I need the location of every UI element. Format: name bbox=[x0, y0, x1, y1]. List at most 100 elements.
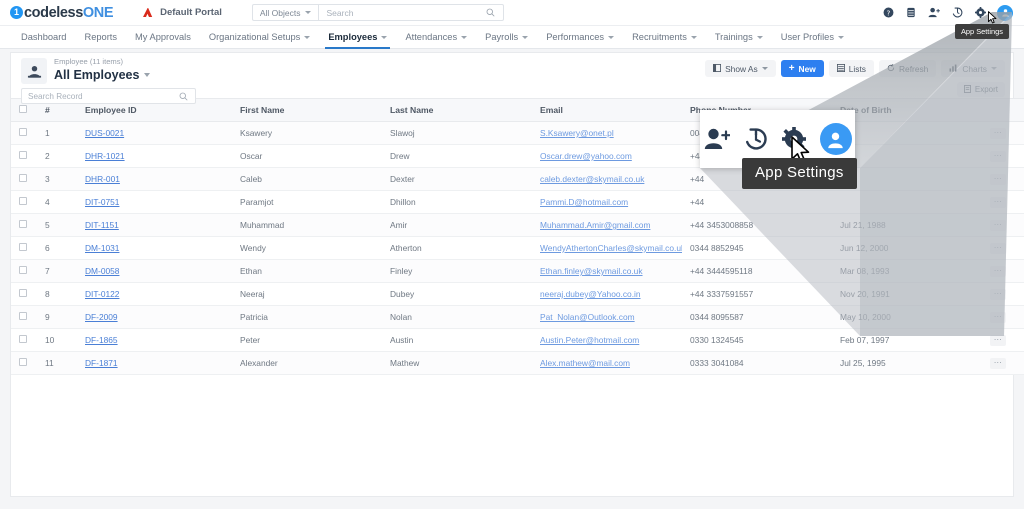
search-icon[interactable] bbox=[479, 8, 503, 17]
nav-item-dashboard[interactable]: Dashboard bbox=[12, 26, 75, 49]
new-button[interactable]: + New bbox=[780, 60, 824, 77]
row-checkbox[interactable] bbox=[19, 243, 27, 251]
row-checkbox[interactable] bbox=[19, 151, 27, 159]
row-checkbox[interactable] bbox=[19, 220, 27, 228]
email-link[interactable]: neeraj.dubey@Yahoo.co.in bbox=[540, 289, 641, 299]
nav-item-my-approvals[interactable]: My Approvals bbox=[126, 26, 200, 49]
email-link[interactable]: WendyAthertonCharles@skymail.co.uk bbox=[540, 243, 682, 253]
employee-id-link[interactable]: DIT-0751 bbox=[85, 197, 119, 207]
table-row[interactable]: 6 DM-1031 Wendy Atherton WendyAthertonCharle… bbox=[11, 236, 1024, 260]
email-link[interactable]: Oscar.drew@yahoo.com bbox=[540, 151, 632, 161]
lists-button[interactable]: Lists bbox=[828, 60, 874, 77]
avatar[interactable] bbox=[997, 4, 1013, 21]
email-link[interactable]: Alex.mathew@mail.com bbox=[540, 358, 630, 368]
help-icon[interactable]: ? bbox=[882, 7, 894, 19]
row-checkbox[interactable] bbox=[19, 197, 27, 205]
charts-button[interactable]: Charts bbox=[941, 60, 1005, 77]
list-toolbar: Show As + New Lists Refresh Charts bbox=[705, 60, 1005, 77]
search-input[interactable] bbox=[318, 5, 479, 20]
employee-id-link[interactable]: DM-1031 bbox=[85, 243, 119, 253]
table-row[interactable]: 8 DIT-0122 Neeraj Dubey neeraj.dubey@Yahoo.c… bbox=[11, 282, 1024, 306]
row-menu-button[interactable]: ⋯ bbox=[990, 289, 1006, 300]
row-checkbox[interactable] bbox=[19, 128, 27, 136]
row-menu-button[interactable]: ⋯ bbox=[990, 335, 1006, 346]
row-menu-button[interactable]: ⋯ bbox=[990, 266, 1006, 277]
nav-item-recruitments[interactable]: Recruitments bbox=[623, 26, 706, 49]
cell-row-number: 8 bbox=[37, 282, 77, 306]
employee-id-link[interactable]: DIT-1151 bbox=[85, 220, 119, 230]
gear-icon[interactable] bbox=[974, 7, 986, 19]
view-selector[interactable]: All Employees bbox=[54, 68, 151, 82]
select-all-checkbox[interactable] bbox=[19, 105, 27, 113]
row-checkbox[interactable] bbox=[19, 266, 27, 274]
nav-item-performances[interactable]: Performances bbox=[537, 26, 623, 49]
chevron-down-icon bbox=[461, 35, 468, 39]
nav-item-organizational-setups[interactable]: Organizational Setups bbox=[200, 26, 319, 49]
email-link[interactable]: Pat_Nolan@Outlook.com bbox=[540, 312, 635, 322]
table-row[interactable]: 4 DIT-0751 Paramjot Dhillon Pammi.D@hotmail.… bbox=[11, 190, 1024, 214]
col-email[interactable]: Email bbox=[532, 98, 682, 122]
row-checkbox[interactable] bbox=[19, 289, 27, 297]
row-checkbox[interactable] bbox=[19, 335, 27, 343]
employee-id-link[interactable]: DHR-1021 bbox=[85, 151, 125, 161]
table-row[interactable]: 10 DF-1865 Peter Austin Austin.Peter@hotmail… bbox=[11, 328, 1024, 352]
nav-item-user-profiles[interactable]: User Profiles bbox=[772, 26, 853, 49]
employee-id-link[interactable]: DF-1871 bbox=[85, 358, 118, 368]
email-link[interactable]: Pammi.D@hotmail.com bbox=[540, 197, 628, 207]
export-button[interactable]: Export bbox=[956, 82, 1005, 97]
add-user-icon[interactable] bbox=[928, 7, 940, 19]
nav-label: Payrolls bbox=[485, 32, 519, 42]
table-row[interactable]: 7 DM-0058 Ethan Finley Ethan.finley@skymail.… bbox=[11, 259, 1024, 283]
table-row[interactable]: 11 DF-1871 Alexander Mathew Alex.mathew@mail… bbox=[11, 351, 1024, 375]
row-menu-button[interactable]: ⋯ bbox=[990, 174, 1006, 185]
email-link[interactable]: S.Ksawery@onet.pl bbox=[540, 128, 614, 138]
employee-id-link[interactable]: DF-1865 bbox=[85, 335, 118, 345]
row-menu-button[interactable]: ⋯ bbox=[990, 128, 1006, 139]
portal-selector[interactable]: Default Portal bbox=[143, 7, 222, 18]
nav-item-reports[interactable]: Reports bbox=[75, 26, 126, 49]
employee-id-link[interactable]: DM-0058 bbox=[85, 266, 119, 276]
email-link[interactable]: caleb.dexter@skymail.co.uk bbox=[540, 174, 644, 184]
app-logo[interactable]: 1 codelessONE bbox=[10, 5, 114, 21]
email-link[interactable]: Ethan.finley@skymail.co.uk bbox=[540, 266, 643, 276]
nav-item-trainings[interactable]: Trainings bbox=[706, 26, 772, 49]
row-checkbox[interactable] bbox=[19, 312, 27, 320]
nav-item-attendances[interactable]: Attendances bbox=[396, 26, 476, 49]
email-link[interactable]: Austin.Peter@hotmail.com bbox=[540, 335, 639, 345]
employee-id-link[interactable]: DUS-0021 bbox=[85, 128, 124, 138]
nav-item-payrolls[interactable]: Payrolls bbox=[476, 26, 537, 49]
row-menu-button[interactable]: ⋯ bbox=[990, 220, 1006, 231]
row-menu-button[interactable]: ⋯ bbox=[990, 312, 1006, 323]
row-menu-button[interactable]: ⋯ bbox=[990, 358, 1006, 369]
row-select-cell bbox=[11, 121, 37, 145]
row-menu-button[interactable]: ⋯ bbox=[990, 197, 1006, 208]
avatar[interactable] bbox=[819, 123, 852, 155]
table-row[interactable]: 9 DF-2009 Patricia Nolan Pat_Nolan@Outlook.c… bbox=[11, 305, 1024, 329]
employee-id-link[interactable]: DIT-0122 bbox=[85, 289, 119, 299]
show-as-button[interactable]: Show As bbox=[705, 60, 776, 77]
row-menu-button[interactable]: ⋯ bbox=[990, 151, 1006, 162]
add-user-icon[interactable] bbox=[704, 127, 730, 151]
col-first-name[interactable]: First Name bbox=[232, 98, 382, 122]
row-checkbox[interactable] bbox=[19, 174, 27, 182]
col-last-name[interactable]: Last Name bbox=[382, 98, 532, 122]
table-row[interactable]: 2 DHR-1021 Oscar Drew Oscar.drew@yahoo.com +4… bbox=[11, 144, 1024, 168]
cell-employee-id: DF-1865 bbox=[77, 328, 232, 352]
employee-id-link[interactable]: DF-2009 bbox=[85, 312, 118, 322]
employee-id-link[interactable]: DHR-001 bbox=[85, 174, 120, 184]
history-icon[interactable] bbox=[951, 7, 963, 19]
history-icon[interactable] bbox=[744, 127, 768, 151]
row-menu-button[interactable]: ⋯ bbox=[990, 243, 1006, 254]
table-row[interactable]: 1DUS-0021KsawerySlawojS.Ksawery@onet.pl0… bbox=[11, 121, 1024, 145]
object-scope-select[interactable]: All Objects bbox=[253, 5, 319, 20]
search-icon[interactable] bbox=[171, 92, 195, 101]
database-icon[interactable] bbox=[905, 7, 917, 19]
refresh-button[interactable]: Refresh bbox=[879, 60, 937, 77]
table-row[interactable]: 5 DIT-1151 Muhammad Amir Muhammad.Amir@gmail… bbox=[11, 213, 1024, 237]
table-row[interactable]: 3 DHR-001 Caleb Dexter caleb.dexter@skymail.… bbox=[11, 167, 1024, 191]
row-checkbox[interactable] bbox=[19, 358, 27, 366]
nav-item-employees[interactable]: Employees bbox=[319, 26, 396, 49]
search-record-input[interactable] bbox=[22, 89, 171, 103]
email-link[interactable]: Muhammad.Amir@gmail.com bbox=[540, 220, 650, 230]
export-row: Export bbox=[956, 82, 1005, 97]
